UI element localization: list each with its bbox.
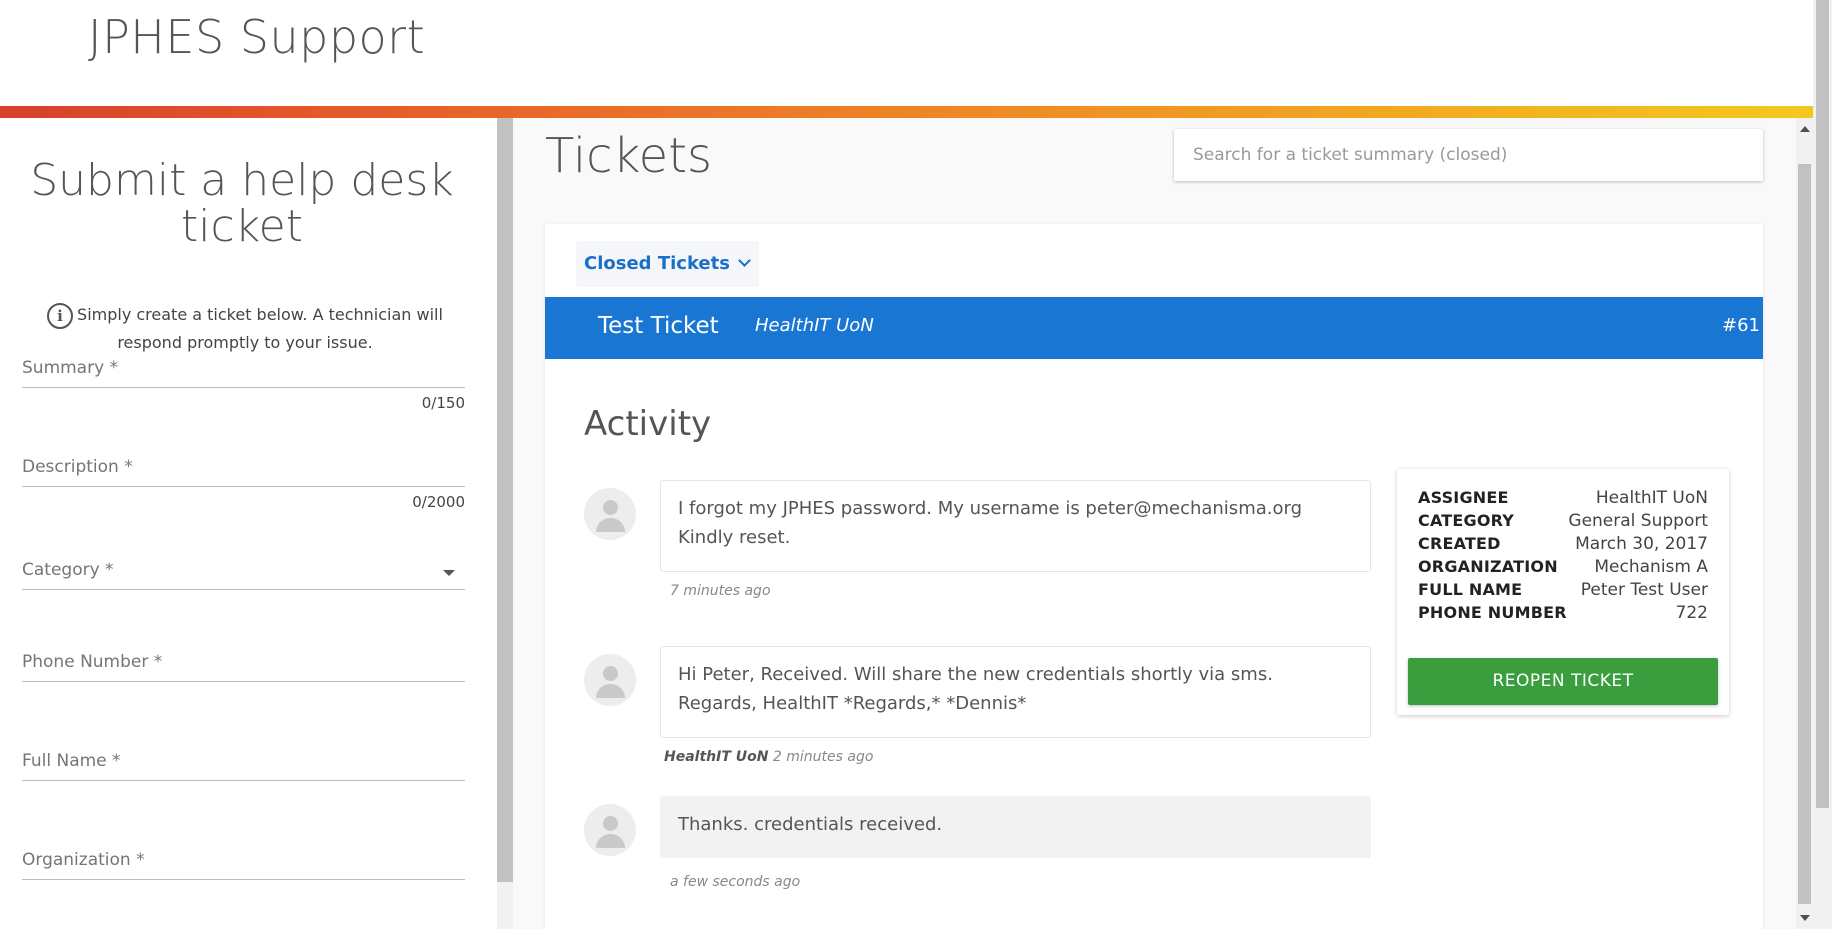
ticket-header-bar[interactable]: Test Ticket HealthIT UoN #61 (545, 297, 1763, 359)
description-label: Description * (22, 457, 133, 477)
detail-key: FULL NAME (1418, 580, 1523, 599)
reopen-ticket-button[interactable]: REOPEN TICKET (1408, 658, 1718, 705)
detail-row-organization: ORGANIZATION Mechanism A (1418, 557, 1708, 580)
message-meta: 7 minutes ago (670, 583, 771, 599)
form-scrollbar-thumb[interactable] (497, 118, 513, 882)
avatar-icon (584, 804, 636, 856)
message-time: a few seconds ago (670, 874, 801, 890)
ticket-number: #61 (1722, 315, 1760, 336)
scroll-up-arrow-icon[interactable] (1800, 126, 1810, 132)
detail-key: ORGANIZATION (1418, 557, 1558, 576)
dropdown-arrow-icon (443, 570, 455, 576)
detail-value: 722 (1675, 603, 1708, 623)
filter-label: Closed Tickets (584, 253, 730, 274)
page-scrollbar[interactable] (1813, 0, 1832, 929)
summary-field[interactable]: Summary * 0/150 (22, 348, 465, 412)
message-meta: a few seconds ago (670, 874, 800, 890)
detail-value: Peter Test User (1580, 580, 1708, 600)
detail-value: General Support (1568, 511, 1708, 531)
app-title: JPHES Support (88, 10, 426, 64)
activity-heading: Activity (584, 404, 712, 444)
ticket-search[interactable] (1174, 129, 1763, 181)
detail-row-full-name: FULL NAME Peter Test User (1418, 580, 1708, 603)
organization-field[interactable]: Organization * (22, 840, 465, 880)
detail-key: ASSIGNEE (1418, 488, 1509, 507)
detail-row-assignee: ASSIGNEE HealthIT UoN (1418, 488, 1708, 511)
detail-row-created: CREATED March 30, 2017 (1418, 534, 1708, 557)
tickets-heading: Tickets (545, 128, 713, 184)
detail-key: CATEGORY (1418, 511, 1515, 530)
detail-value: HealthIT UoN (1595, 488, 1708, 508)
activity-message: Thanks. credentials received. a few seco… (584, 796, 1371, 896)
message-text: I forgot my JPHES password. My username … (660, 480, 1371, 572)
brand-stripe (0, 106, 1813, 118)
activity-message: Hi Peter, Received. Will share the new c… (584, 646, 1371, 765)
phone-number-field[interactable]: Phone Number * (22, 642, 465, 682)
detail-value: March 30, 2017 (1575, 534, 1708, 554)
ticket-filter-dropdown[interactable]: Closed Tickets (576, 241, 759, 287)
summary-counter: 0/150 (421, 394, 465, 412)
avatar-icon (584, 488, 636, 540)
category-select[interactable]: Category * (22, 550, 465, 590)
tickets-panel: Tickets Closed Tickets Test Ticket Healt… (513, 118, 1796, 929)
activity-message: I forgot my JPHES password. My username … (584, 480, 1371, 599)
ticket-card: Closed Tickets Test Ticket HealthIT UoN … (545, 224, 1763, 929)
detail-row-category: CATEGORY General Support (1418, 511, 1708, 534)
category-label: Category * (22, 560, 114, 580)
form-title: Submit a help desk ticket (30, 155, 454, 252)
tickets-scrollbar[interactable] (1796, 118, 1813, 929)
full-name-label: Full Name * (22, 751, 121, 771)
chevron-down-icon (738, 254, 751, 267)
detail-key: CREATED (1418, 534, 1501, 553)
form-scrollbar[interactable] (497, 118, 513, 929)
page-scrollbar-thumb[interactable] (1816, 0, 1829, 808)
message-time: 7 minutes ago (670, 583, 771, 599)
info-text: Simply create a ticket below. A technici… (77, 305, 443, 352)
organization-label: Organization * (22, 850, 145, 870)
description-field[interactable]: Description * 0/2000 (22, 447, 465, 511)
app-header: JPHES Support (0, 0, 1813, 106)
summary-label: Summary * (22, 358, 119, 378)
search-input[interactable] (1174, 129, 1763, 181)
detail-key: PHONE NUMBER (1418, 603, 1567, 622)
detail-row-phone-number: PHONE NUMBER 722 (1418, 603, 1708, 626)
ticket-form-panel: Submit a help desk ticket i Simply create… (0, 118, 497, 929)
tickets-scrollbar-thumb[interactable] (1798, 164, 1811, 904)
avatar-icon (584, 654, 636, 706)
message-text: Hi Peter, Received. Will share the new c… (660, 646, 1371, 738)
message-text: Thanks. credentials received. (660, 796, 1371, 858)
info-icon: i (47, 302, 74, 329)
full-name-field[interactable]: Full Name * (22, 741, 465, 781)
description-counter: 0/2000 (412, 493, 465, 511)
message-meta: HealthIT UoN 2 minutes ago (664, 749, 873, 765)
ticket-organization: HealthIT UoN (755, 315, 874, 336)
message-time: 2 minutes ago (772, 749, 874, 765)
ticket-details-panel: ASSIGNEE HealthIT UoN CATEGORY General S… (1397, 469, 1729, 715)
ticket-title: Test Ticket (598, 313, 719, 339)
phone-number-label: Phone Number * (22, 652, 163, 672)
message-author: HealthIT UoN (664, 749, 769, 765)
detail-value: Mechanism A (1594, 557, 1708, 577)
scroll-down-arrow-icon[interactable] (1800, 915, 1810, 921)
